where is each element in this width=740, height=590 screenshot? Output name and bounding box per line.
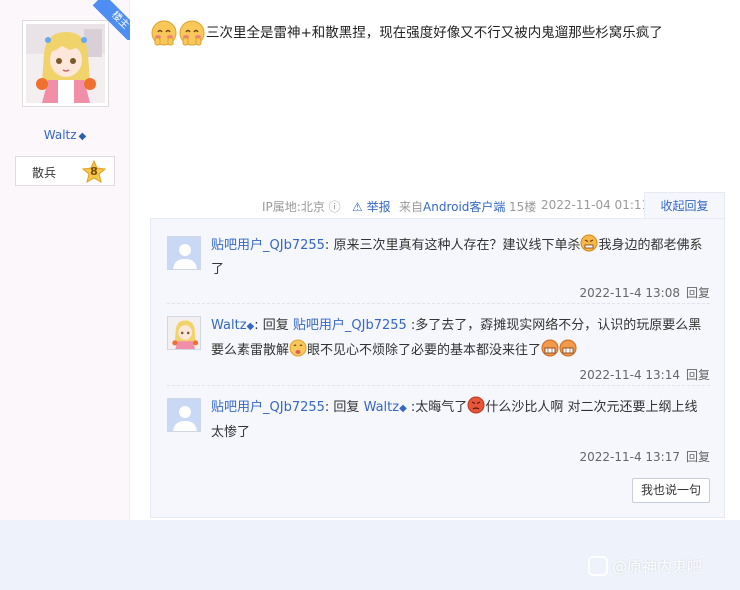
tieba-logo-icon [588,556,608,576]
grimace-emoji-icon [559,339,577,357]
diamond-icon: ◆ [399,403,407,414]
reply-meta: 2022-11-4 13:14 回复 [579,366,710,383]
client-source: 来自Android客户端 [399,200,506,214]
ip-location: IP属地:北京 ⓘ [262,200,341,214]
watermark-text: @原神内鬼吧 [612,558,703,576]
reply-button[interactable]: 回复 [686,368,710,382]
angry-red-emoji-icon [467,396,485,414]
user-silhouette-icon [168,237,200,269]
author-name[interactable]: Waltz [44,128,77,142]
op-badge-label: 楼主 [92,0,130,40]
reply-button[interactable]: 回复 [686,286,710,300]
reply-text: Waltz◆: 回复 贴吧用户_QJb7255 :多了去了，孬摊现实网络不分，认… [211,318,702,358]
angry-emoji-icon [580,234,598,252]
client-link[interactable]: Android客户端 [423,200,505,214]
reply-username[interactable]: 贴吧用户_QJb7255 [211,400,325,415]
reply-meta: 2022-11-4 13:08 回复 [579,284,710,301]
blush-emoji-icon [151,20,177,46]
op-badge: 楼主 [90,0,130,40]
reply-target-user[interactable]: Waltz [364,400,400,415]
tongue-emoji-icon [289,339,307,357]
reply-time: 2022-11-4 13:08 [579,286,680,300]
level-title: 散兵 [32,166,57,180]
help-circle-icon[interactable]: ⓘ [329,200,341,214]
reply-divider [167,303,710,304]
post-content: 三次里全是雷神+和散黑捏，现在强度好像又不行又被内鬼遛那些杉窝乐疯了 [150,18,720,48]
author-name-link[interactable]: Waltz ◆ [0,128,130,142]
reply-text: 贴吧用户_QJb7255: 回复 Waltz◆ :太晦气了 什么沙比人啊 对二次… [211,396,711,445]
reply-divider [167,385,710,386]
post-time: 2022-11-04 01:11 [541,198,650,212]
reply-list: 贴吧用户_QJb7255: 原来三次里真有这种人存在？建议线下单杀 我身边的都老… [150,218,725,518]
author-column: 楼主 Waltz ◆ 散兵 8 [0,0,130,520]
reply-username[interactable]: 贴吧用户_QJb7255 [211,238,325,253]
reply-text: 贴吧用户_QJb7255: 原来三次里真有这种人存在？建议线下单杀 我身边的都老… [211,234,711,282]
level-number: 8 [90,165,98,178]
post-text: 三次里全是雷神+和散黑捏，现在强度好像又不行又被内鬼遛那些杉窝乐疯了 [206,25,663,41]
diamond-icon: ◆ [78,131,87,142]
post-card: 楼主 Waltz ◆ 散兵 8 三次里全是雷神+和散黑捏，现在强度好像又不行又被… [0,0,740,520]
reply-time: 2022-11-4 13:14 [579,368,680,382]
post-meta: IP属地:北京 ⓘ ⚠ 举报 来自Android客户端 15楼 2022-11-… [150,192,725,218]
collapse-replies-button[interactable]: 收起回复 [644,192,725,219]
default-user-avatar[interactable] [167,398,201,432]
author-small-avatar[interactable] [167,316,201,350]
say-something-button[interactable]: 我也说一句 [632,478,710,503]
default-user-avatar[interactable] [167,236,201,270]
level-badge[interactable]: 散兵 8 [15,156,115,186]
level-star-icon: 8 [81,159,107,184]
reply-button[interactable]: 回复 [686,450,710,464]
grimace-emoji-icon [541,339,559,357]
reply-target-user[interactable]: 贴吧用户_QJb7255 [293,318,407,333]
anime-girl-avatar-image [168,317,200,349]
report-link[interactable]: ⚠ 举报 [352,198,391,215]
watermark: @原神内鬼吧 [588,556,702,584]
reply-username[interactable]: Waltz [211,318,247,333]
reply-meta: 2022-11-4 13:17 回复 [579,448,710,465]
warning-icon: ⚠ [352,200,363,214]
floor-number: 15楼 [509,200,537,214]
user-silhouette-icon [168,399,200,431]
blush-emoji-icon [179,20,205,46]
reply-time: 2022-11-4 13:17 [579,450,680,464]
